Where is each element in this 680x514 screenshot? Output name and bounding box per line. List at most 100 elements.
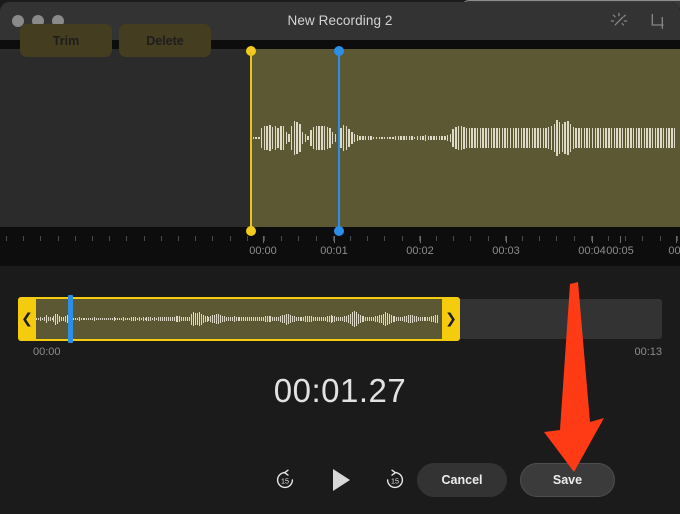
overview-waveform-bar [390, 315, 392, 323]
waveform-bar [301, 132, 304, 144]
waveform-bar [496, 128, 498, 148]
waveform-bar [370, 136, 372, 140]
waveform-bar [578, 128, 580, 148]
waveform-bar [321, 125, 323, 151]
trim-start-handle-bottom-dot [246, 226, 256, 236]
save-button[interactable]: Save [520, 463, 615, 497]
waveform-bar [490, 128, 493, 148]
waveform-bar [446, 134, 449, 142]
overview-waveform-bar [408, 315, 409, 323]
playhead-handle[interactable] [334, 46, 344, 236]
ruler-major-tick [334, 236, 335, 243]
waveform-bar [485, 128, 487, 148]
overview-waveform-bar [425, 317, 427, 321]
trim-button[interactable]: Trim [20, 24, 112, 57]
waveform-bar [517, 128, 520, 148]
waveform-bar [329, 128, 331, 148]
overview-waveform-bar [101, 317, 103, 321]
magic-wand-icon[interactable] [608, 10, 630, 32]
current-time-readout: 00:01.27 [273, 372, 407, 409]
ruler-label: 00:03 [492, 245, 520, 257]
overview-waveform-bar [262, 316, 264, 322]
waveform-bar [367, 136, 369, 140]
overview-waveform-bar [291, 315, 293, 323]
overview-left-grip-icon[interactable]: ❮ [18, 297, 36, 341]
overview-waveform-bar [297, 316, 299, 322]
overview-waveform-bar [324, 316, 326, 322]
overview-right-grip-icon[interactable]: ❯ [442, 297, 460, 341]
waveform-bar [600, 128, 602, 148]
overview-waveform-bar [152, 317, 154, 321]
waveform-bar [381, 136, 383, 140]
overview-waveform-bar [338, 316, 340, 322]
overview-waveform-bar [243, 317, 245, 321]
waveform-bar [476, 128, 479, 148]
skip-back-15-icon[interactable]: 15 [270, 465, 300, 495]
ruler-tick [264, 236, 265, 241]
overview-waveform-bar [307, 315, 309, 323]
skip-forward-15-icon[interactable]: 15 [380, 465, 410, 495]
ruler-tick [246, 236, 248, 241]
crop-icon[interactable] [646, 10, 668, 32]
waveform-bar [575, 128, 577, 148]
waveform-bar [422, 135, 424, 141]
overview-waveform-bar [183, 317, 185, 321]
overview-waveform-bar [285, 313, 287, 325]
overview-waveform-bar [332, 315, 334, 323]
overview-waveform-bar [187, 317, 189, 321]
overview-waveform-bar [369, 317, 371, 321]
ruler-tick [160, 236, 162, 241]
ruler-tick [281, 236, 283, 241]
overview-waveform-bar [161, 317, 163, 321]
overview-waveform-bar [303, 316, 305, 322]
waveform-bar [269, 124, 271, 152]
waveform-bar [482, 128, 484, 148]
waveform-bar [507, 128, 509, 148]
overview-waveform-bar [371, 316, 373, 322]
waveform-bar [523, 128, 525, 148]
overview-waveform-bar [43, 316, 45, 322]
waveform-bar [403, 136, 405, 140]
delete-button[interactable]: Delete [119, 24, 211, 57]
overview-waveform-bar [293, 316, 295, 322]
ruler-label: 00: [668, 245, 680, 257]
waveform-bar [632, 128, 635, 148]
waveform-detail-view[interactable] [0, 40, 680, 236]
overview-waveform-bar [55, 313, 57, 325]
overview-scrubber[interactable]: ❮ ❯ 00:00 00:13 [0, 266, 680, 362]
waveform-bar [657, 128, 659, 148]
overview-waveform-bar [247, 317, 249, 321]
ruler-tick [625, 236, 627, 241]
overview-playhead[interactable] [68, 295, 73, 343]
waveform-bar [452, 129, 454, 147]
overview-waveform-bar [117, 317, 119, 321]
waveform-bar [258, 137, 260, 139]
cancel-button[interactable]: Cancel [417, 463, 507, 497]
waveform-bar [441, 136, 443, 140]
overview-waveform-bar [105, 317, 107, 321]
overview-waveform-bar [198, 312, 200, 326]
trim-start-handle[interactable] [246, 46, 256, 236]
overview-waveform-bar [92, 317, 94, 321]
overview-waveform-bar [363, 316, 365, 322]
waveform-bar [580, 128, 583, 148]
waveform-bar [556, 120, 558, 156]
overview-selection[interactable]: ❮ ❯ [18, 297, 460, 341]
overview-waveform-bar [415, 316, 417, 322]
overview-waveform-bar [41, 317, 43, 321]
overview-waveform-bar [125, 317, 127, 321]
overview-waveform-bar [59, 316, 61, 322]
overview-waveform-bar [179, 315, 181, 323]
overview-waveform-bar [146, 317, 148, 321]
overview-waveform-bar [311, 316, 313, 322]
overview-waveform-bar [429, 316, 431, 322]
overview-waveform-bar [394, 316, 396, 322]
ruler-major-tick [676, 236, 677, 243]
overview-waveform-bar [409, 314, 411, 324]
play-button[interactable] [325, 465, 355, 495]
waveform-bar [594, 128, 596, 148]
waveform-bar [389, 136, 391, 140]
ruler-tick [350, 236, 351, 241]
overview-waveform-bar [96, 317, 98, 321]
overview-waveform-bar [212, 315, 214, 323]
